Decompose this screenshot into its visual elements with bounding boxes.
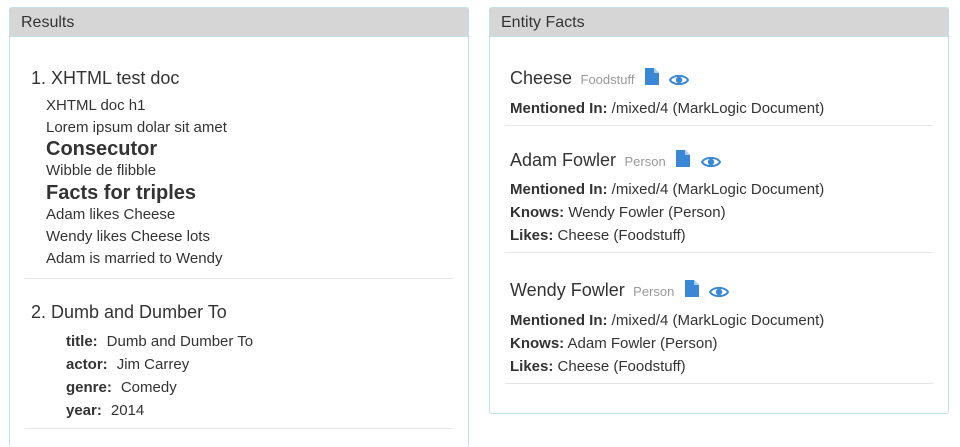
- result-item: 1. XHTML test doc XHTML doc h1 Lorem ips…: [25, 37, 453, 279]
- field-row: year: 2014: [66, 399, 453, 422]
- snippet-heading: Facts for triples: [46, 182, 197, 204]
- entity-item: Wendy Fowler Person Mentioned In: /mixed…: [505, 253, 933, 384]
- field-row: actor: Jim Carrey: [66, 353, 453, 376]
- entity-type: Person: [633, 284, 675, 299]
- fact-value: /mixed/4 (MarkLogic Document): [607, 100, 825, 117]
- entity-name: Wendy Fowler: [510, 280, 625, 300]
- document-icon[interactable]: [676, 149, 691, 168]
- eye-icon[interactable]: [700, 151, 721, 167]
- fact-row: Knows: Adam Fowler (Person): [510, 332, 933, 355]
- fact-value: /mixed/4 (MarkLogic Document): [607, 181, 825, 198]
- field-key: title:: [66, 333, 98, 350]
- field-value: 2014: [110, 402, 145, 419]
- field-row: title: Dumb and Dumber To: [66, 330, 453, 353]
- field-value: Jim Carrey: [116, 356, 190, 373]
- result-snippet: XHTML doc h1 Lorem ipsum dolar sit amet …: [31, 95, 453, 270]
- fact-key: Mentioned In:: [510, 100, 608, 117]
- entity-header: Adam Fowler Person: [510, 146, 933, 174]
- fact-row: Mentioned In: /mixed/4 (MarkLogic Docume…: [510, 309, 933, 332]
- entity-name: Cheese: [510, 68, 573, 88]
- fact-key: Knows:: [510, 204, 565, 221]
- fact-value: Wendy Fowler (Person): [564, 204, 726, 221]
- snippet-line: Wendy likes Cheese lots: [46, 228, 210, 245]
- snippet-line: XHTML doc h1: [46, 97, 146, 114]
- fact-key: Knows:: [510, 335, 565, 352]
- entity-header: Wendy Fowler Person: [510, 276, 933, 304]
- snippet-heading: Consecutor: [46, 138, 158, 160]
- eye-icon[interactable]: [669, 69, 690, 85]
- field-key: year:: [66, 402, 102, 419]
- field-value: Comedy: [120, 379, 177, 396]
- field-key: actor:: [66, 356, 108, 373]
- document-icon[interactable]: [644, 67, 659, 86]
- fact-value: Adam Fowler (Person): [564, 335, 718, 352]
- entity-name: Adam Fowler: [510, 150, 617, 170]
- results-heading: Results: [10, 8, 468, 37]
- fact-key: Mentioned In:: [510, 181, 608, 198]
- snippet-line: Adam is married to Wendy: [46, 250, 223, 267]
- fact-row: Knows: Wendy Fowler (Person): [510, 201, 933, 224]
- field-value: Dumb and Dumber To: [106, 333, 254, 350]
- snippet-line: Wibble de flibble: [46, 162, 157, 179]
- fact-key: Likes:: [510, 358, 554, 375]
- fact-key: Mentioned In:: [510, 312, 608, 329]
- snippet-line: Adam likes Cheese: [46, 206, 176, 223]
- eye-icon[interactable]: [709, 281, 730, 297]
- result-fields: title: Dumb and Dumber To actor: Jim Carre…: [31, 330, 453, 422]
- fact-value: Cheese (Foodstuff): [553, 358, 686, 375]
- entity-facts-panel: Entity Facts Cheese Foodstuff Mentioned …: [489, 7, 949, 414]
- fact-row: Likes: Cheese (Foodstuff): [510, 355, 933, 378]
- field-row: genre: Comedy: [66, 376, 453, 399]
- entity-type: Foodstuff: [580, 72, 635, 87]
- result-item: 2. Dumb and Dumber To title: Dumb and Dum…: [25, 279, 453, 429]
- fact-value: /mixed/4 (MarkLogic Document): [607, 312, 825, 329]
- fact-row: Likes: Cheese (Foodstuff): [510, 224, 933, 247]
- result-title-link[interactable]: 2. Dumb and Dumber To: [31, 301, 453, 323]
- results-panel: Results 1. XHTML test doc XHTML doc h1 L…: [9, 7, 469, 447]
- entity-facts-heading: Entity Facts: [490, 8, 948, 37]
- fact-row: Mentioned In: /mixed/4 (MarkLogic Docume…: [510, 178, 933, 201]
- entity-item: Cheese Foodstuff Mentioned In: /mixed/4 …: [505, 37, 933, 126]
- result-title-link[interactable]: 1. XHTML test doc: [31, 67, 453, 89]
- fact-row: Mentioned In: /mixed/4 (MarkLogic Docume…: [510, 97, 933, 120]
- entity-item: Adam Fowler Person Mentioned In: /mixed/…: [505, 126, 933, 253]
- fact-key: Likes:: [510, 227, 554, 244]
- document-icon[interactable]: [684, 279, 699, 298]
- entity-type: Person: [624, 154, 666, 169]
- snippet-line: Lorem ipsum dolar sit amet: [46, 119, 227, 136]
- entity-header: Cheese Foodstuff: [510, 64, 933, 92]
- field-key: genre:: [66, 379, 112, 396]
- fact-value: Cheese (Foodstuff): [553, 227, 686, 244]
